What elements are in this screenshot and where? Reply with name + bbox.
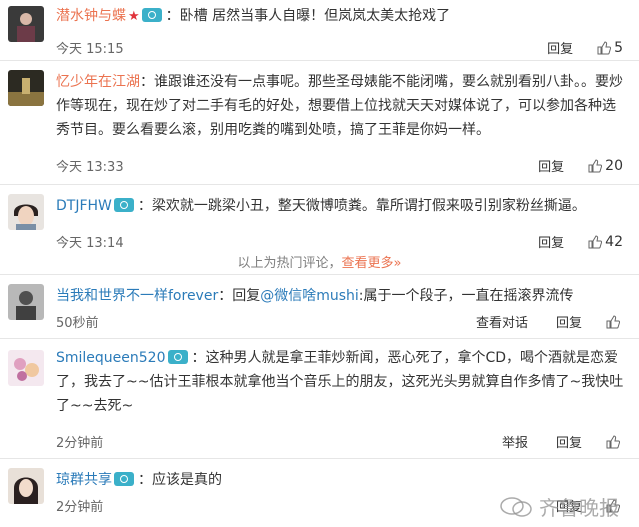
- like-button[interactable]: 5: [597, 40, 623, 56]
- reply-button[interactable]: 回复: [538, 156, 564, 175]
- divider: [0, 184, 639, 185]
- hot-comments-label: 以上为热门评论，: [237, 256, 342, 271]
- avatar[interactable]: [8, 468, 44, 504]
- avatar[interactable]: [8, 350, 44, 386]
- comment-text: 梁欢就一跳梁小丑，整天微博喷粪。靠所谓打假来吸引别家粉丝撕逼。: [151, 198, 586, 214]
- camera-icon: [141, 8, 162, 22]
- watermark: 齐鲁晚报: [499, 492, 619, 521]
- reply-button[interactable]: 回复: [556, 432, 582, 451]
- thumbs-up-icon: [588, 234, 603, 248]
- reply-button[interactable]: 回复: [538, 232, 564, 251]
- avatar[interactable]: [8, 70, 44, 106]
- hot-comments-divider: 以上为热门评论，查看更多»: [0, 252, 639, 271]
- timestamp: 2分钟前: [56, 500, 104, 515]
- divider: [0, 274, 639, 275]
- divider: [0, 458, 639, 459]
- like-button[interactable]: [606, 314, 623, 329]
- like-button[interactable]: [606, 434, 623, 449]
- username[interactable]: Smilequeen520: [56, 350, 166, 366]
- like-button[interactable]: 42: [588, 234, 623, 250]
- timestamp: 今天 13:33: [56, 160, 124, 175]
- reply-prefix: 回复: [232, 288, 261, 304]
- username[interactable]: 当我和世界不一样forever: [56, 288, 218, 304]
- camera-icon: [167, 350, 188, 364]
- thumbs-up-icon: [597, 40, 612, 54]
- avatar[interactable]: [8, 194, 44, 230]
- watermark-text: 齐鲁晚报: [539, 496, 619, 520]
- comment-text: 应该是真的: [152, 472, 222, 488]
- timestamp: 2分钟前: [56, 436, 104, 451]
- camera-icon: [113, 198, 134, 212]
- thumbs-up-icon: [606, 434, 620, 448]
- avatar[interactable]: [8, 284, 44, 320]
- camera-icon: [114, 472, 134, 486]
- view-more-link[interactable]: 查看更多»: [342, 256, 402, 271]
- thumbs-up-icon: [606, 314, 620, 328]
- comment-text: 卧槽 居然当事人自曝！但岚岚太美太抢戏了: [179, 8, 451, 24]
- vip-star-icon: ★: [128, 9, 140, 24]
- username[interactable]: 忆少年在江湖: [56, 74, 140, 90]
- username[interactable]: 琼群共享: [56, 472, 112, 488]
- like-count: 5: [614, 39, 623, 56]
- mention-link[interactable]: @微信啥mushi: [260, 288, 359, 304]
- timestamp: 今天 13:14: [56, 236, 124, 251]
- divider: [0, 60, 639, 61]
- wechat-icon: [500, 496, 532, 517]
- view-conversation-button[interactable]: 查看对话: [476, 312, 528, 331]
- report-button[interactable]: 举报: [502, 432, 528, 451]
- reply-button[interactable]: 回复: [547, 38, 573, 57]
- divider: [0, 338, 639, 339]
- timestamp: 50秒前: [56, 316, 99, 331]
- comment-text: 属于一个段子，一直在摇滚界流传: [363, 288, 574, 304]
- thumbs-up-icon: [588, 158, 603, 172]
- like-count: 42: [605, 233, 623, 250]
- reply-button[interactable]: 回复: [556, 312, 582, 331]
- like-button[interactable]: 20: [588, 158, 623, 174]
- username[interactable]: DTJFHW: [56, 198, 112, 214]
- username[interactable]: 潜水钟与蝶: [56, 8, 126, 24]
- timestamp: 今天 15:15: [56, 42, 124, 57]
- like-count: 20: [605, 157, 623, 174]
- avatar[interactable]: [8, 6, 44, 42]
